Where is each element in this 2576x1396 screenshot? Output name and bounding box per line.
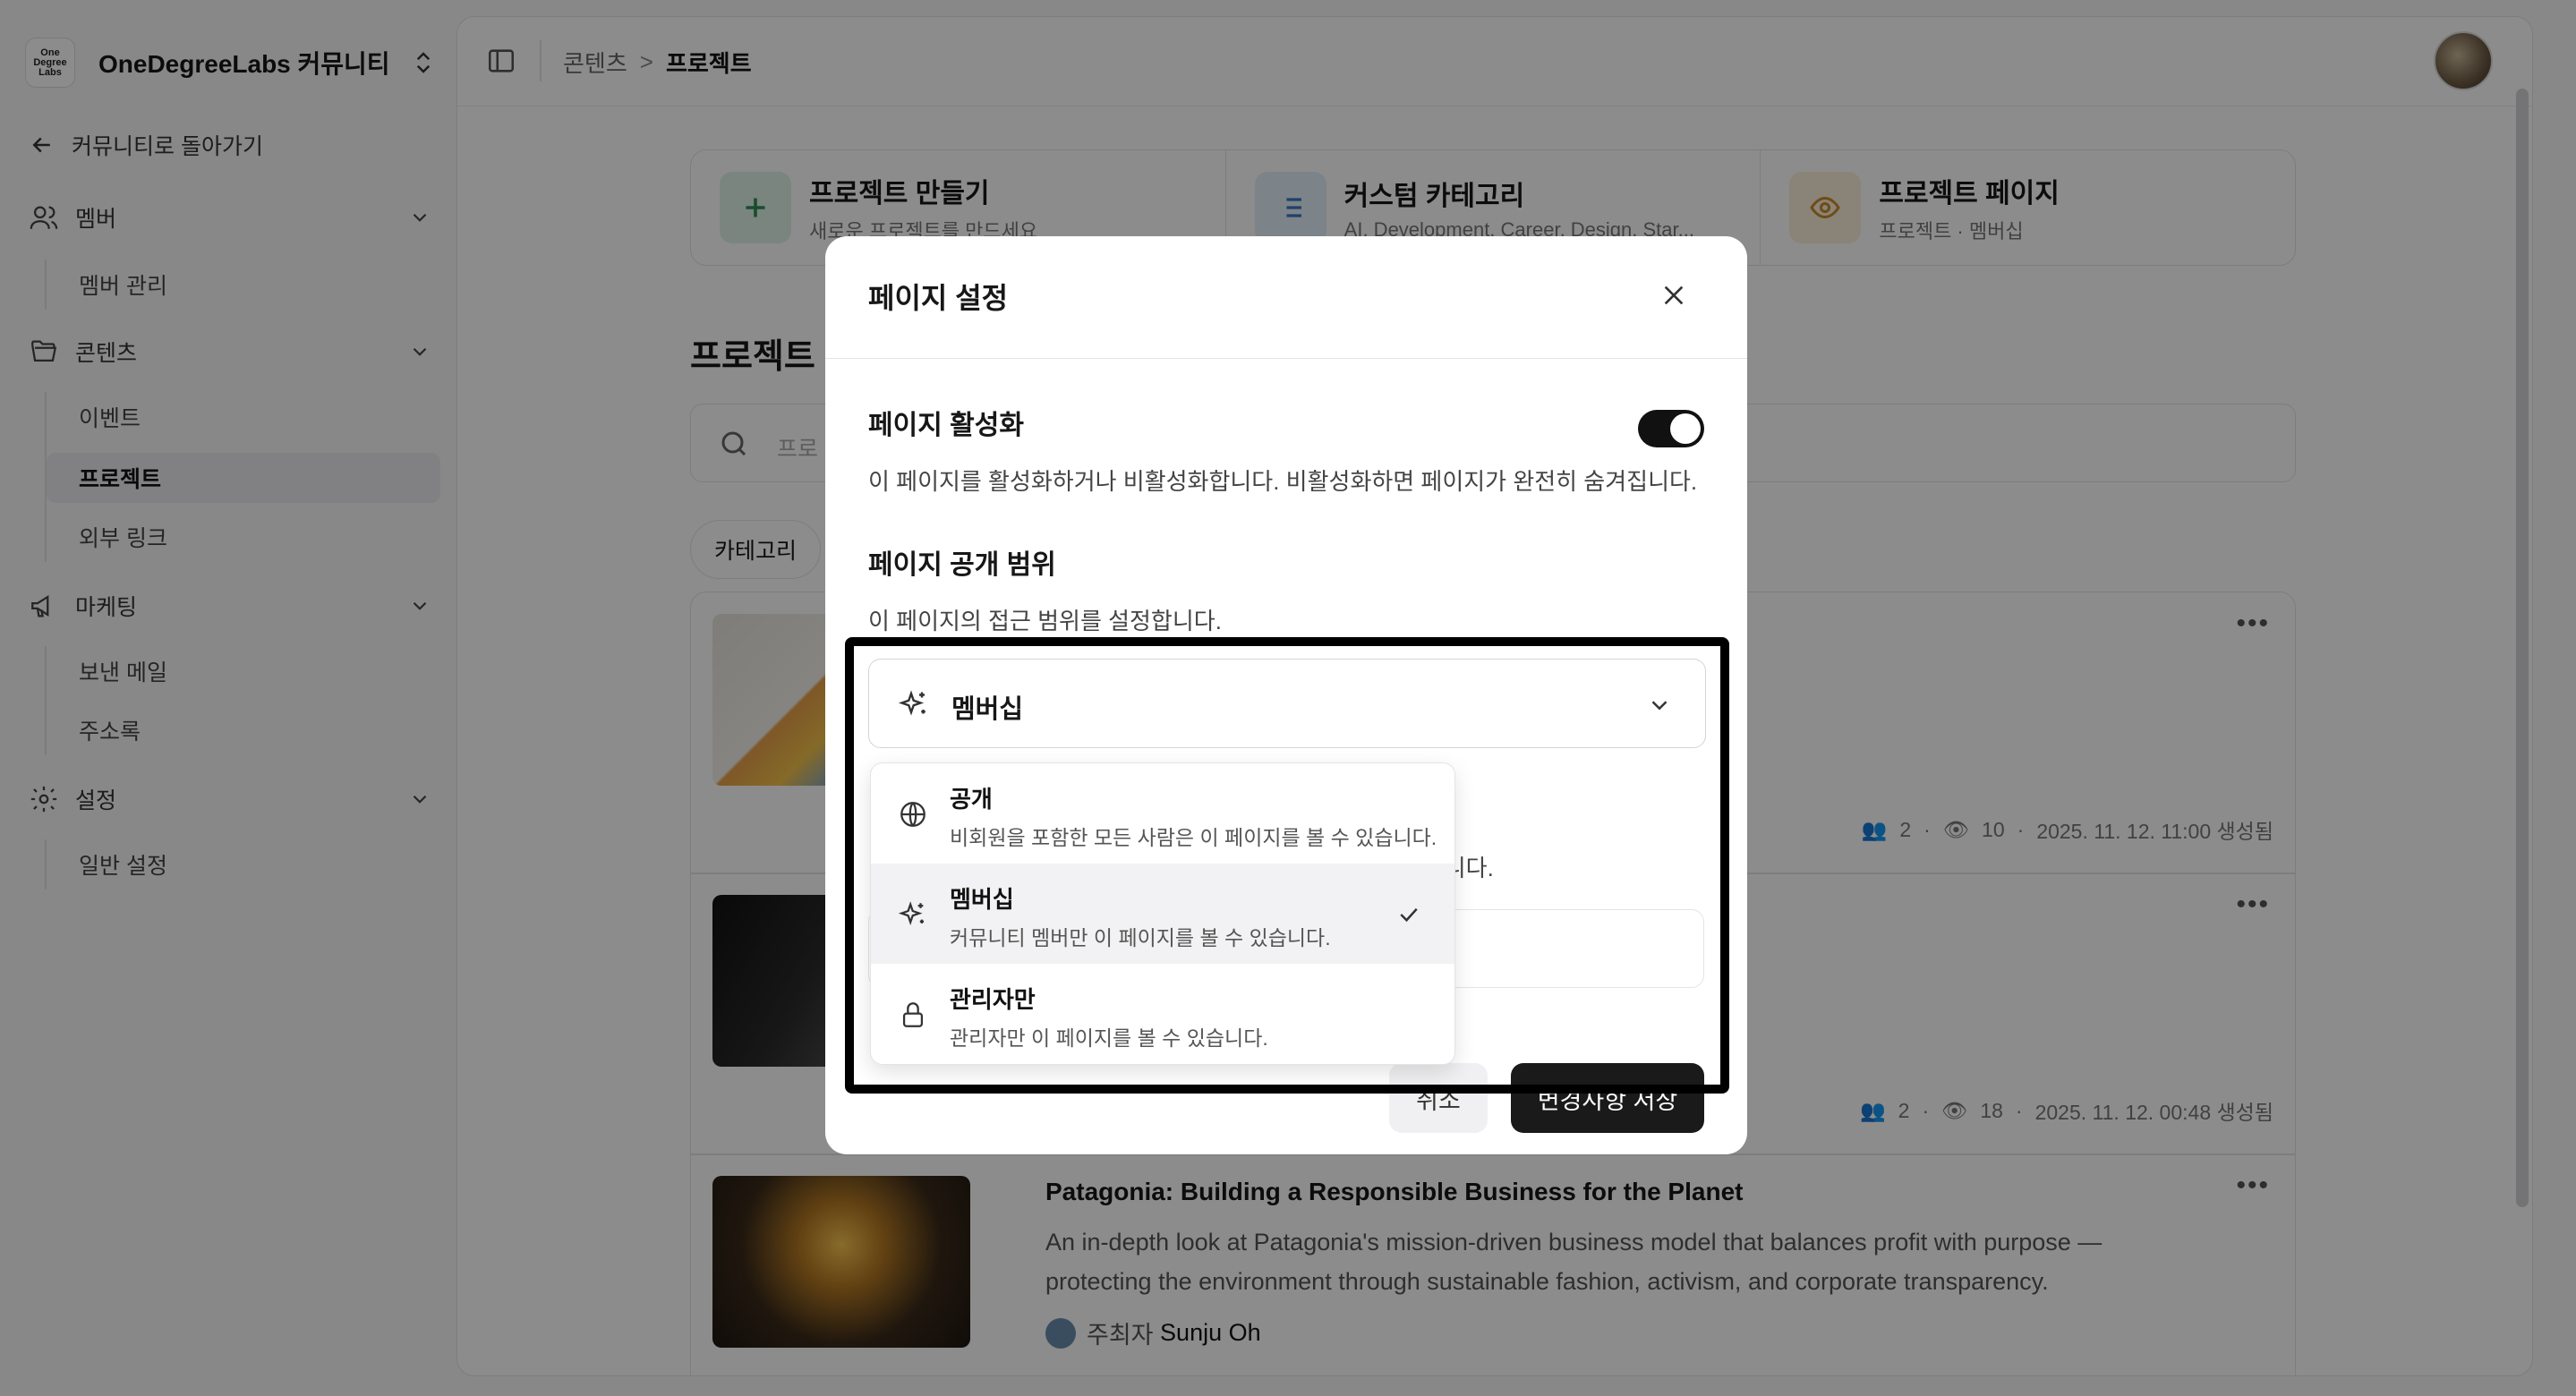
activation-toggle[interactable]	[1638, 410, 1704, 447]
option-description: 커뮤니티 멤버만 이 페이지를 볼 수 있습니다.	[950, 926, 1331, 949]
dialog-divider	[825, 358, 1747, 359]
cancel-button[interactable]: 취소	[1389, 1063, 1488, 1133]
close-icon[interactable]	[1659, 281, 1688, 310]
scope-heading: 페이지 공개 범위	[868, 550, 1056, 580]
activation-description: 이 페이지를 활성화하거나 비활성화합니다. 비활성화하면 페이지가 완전히 숨…	[868, 468, 1698, 495]
option-description: 비회원을 포함한 모든 사람은 이 페이지를 볼 수 있습니다.	[950, 826, 1437, 849]
sparkles-icon	[898, 690, 925, 716]
save-button[interactable]: 변경사항 저장	[1511, 1063, 1704, 1133]
dialog-title: 페이지 설정	[868, 282, 1009, 314]
visibility-dropdown: 공개 비회원을 포함한 모든 사람은 이 페이지를 볼 수 있습니다. 멤버십 …	[870, 762, 1455, 1065]
activation-heading: 페이지 활성화	[868, 411, 1024, 440]
option-public[interactable]: 공개 비회원을 포함한 모든 사람은 이 페이지를 볼 수 있습니다.	[871, 763, 1454, 864]
selected-value: 멤버십	[951, 695, 1024, 724]
sparkles-icon	[898, 901, 925, 925]
option-label: 공개	[950, 786, 993, 813]
chevron-down-icon	[1651, 701, 1668, 711]
check-icon	[1400, 907, 1418, 923]
visibility-select[interactable]: 멤버십	[868, 659, 1706, 748]
option-label: 관리자만	[950, 986, 1036, 1013]
option-admin-only[interactable]: 관리자만 관리자만 이 페이지를 볼 수 있습니다.	[871, 964, 1454, 1064]
lock-icon	[902, 1002, 924, 1027]
scope-description: 이 페이지의 접근 범위를 설정합니다.	[868, 608, 1222, 634]
globe-icon	[900, 802, 925, 827]
toggle-knob	[1670, 413, 1701, 444]
option-label: 멤버십	[950, 886, 1014, 913]
option-description: 관리자만 이 페이지를 볼 수 있습니다.	[950, 1026, 1268, 1050]
option-membership[interactable]: 멤버십 커뮤니티 멤버만 이 페이지를 볼 수 있습니다.	[871, 864, 1454, 964]
